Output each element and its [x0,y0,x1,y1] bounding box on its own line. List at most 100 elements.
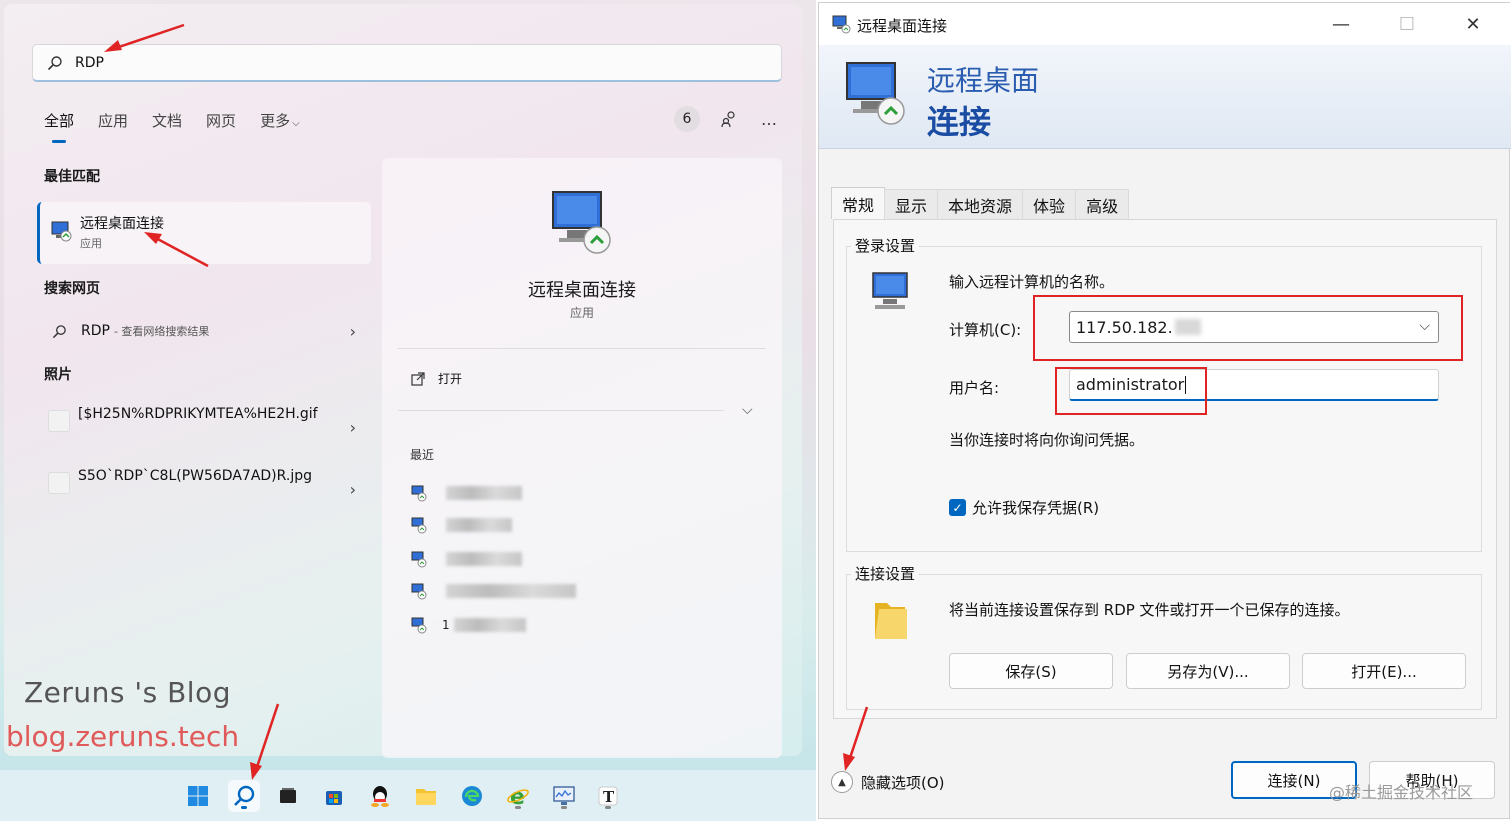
search-icon [52,324,66,338]
rdp-file-icon [411,617,427,634]
open-external-icon [411,371,425,386]
remote-desktop-icon [552,191,611,254]
site-watermark: @稀土掘金技术社区 [1329,783,1474,802]
minimize-button[interactable]: — [1309,3,1373,45]
task-view-icon[interactable] [272,780,304,812]
tab-more-label: 更多 [260,112,291,130]
chevron-right-icon: › [349,321,356,341]
save-as-button[interactable]: 另存为(V)... [1126,653,1290,689]
recent-item[interactable] [410,548,610,570]
best-match-title: 远程桌面连接 [80,216,164,232]
monitor-icon[interactable] [548,780,580,812]
window-title: 远程桌面连接 [857,17,948,35]
open-file-button[interactable]: 打开(E)... [1302,653,1466,689]
best-match-subtitle: 应用 [80,237,102,250]
rewards-count-badge[interactable]: 6 [674,106,700,132]
rdp-banner: 远程桌面 连接 [819,45,1511,149]
search-icon[interactable] [228,780,260,812]
redacted-text [446,486,522,500]
redacted-text [446,518,512,532]
search-query: RDP [75,54,104,71]
expand-chevron-icon[interactable]: ⌵ [742,402,753,418]
tab-web[interactable]: 网页 [206,110,236,131]
minimize-icon: — [1332,13,1350,35]
active-indicator [241,806,247,809]
close-button[interactable]: ✕ [1441,3,1505,45]
recent-prefix: 1 [442,618,450,632]
qq-icon[interactable] [364,780,396,812]
remote-desktop-icon [832,15,851,34]
photo-item[interactable]: [$H25N%RDPRIKYMTEA%HE2H.gif › [44,404,364,448]
more-options-icon[interactable]: … [758,108,780,130]
windows-start-icon[interactable] [182,780,214,812]
chevron-up-icon: ▲ [831,771,853,793]
open-indicator [561,806,567,809]
account-switch-icon[interactable] [718,108,740,130]
rdp-file-icon [411,517,427,534]
open-indicator [605,806,611,809]
rdp-file-icon [411,551,427,568]
tab-local-resources[interactable]: 本地资源 [937,189,1024,219]
tab-apps[interactable]: 应用 [98,110,128,131]
jpg-thumbnail-icon [48,472,70,494]
web-search-query: RDP [81,323,110,339]
search-icon [47,55,62,70]
photo-item[interactable]: S5O`RDP`C8L(PW56DA7AD)R.jpg › [44,466,364,510]
blog-watermark-url: blog.zeruns.tech [6,720,240,753]
divider [398,348,766,349]
save-button[interactable]: 保存(S) [949,653,1113,689]
recent-item[interactable] [410,514,610,536]
tab-advanced[interactable]: 高级 [1075,189,1130,219]
recent-item[interactable]: 1 [410,614,610,636]
photo-filename: [$H25N%RDPRIKYMTEA%HE2H.gif [78,406,318,422]
annotation-highlight [1055,367,1207,415]
tab-display[interactable]: 显示 [884,189,939,219]
computer-label: 计算机(C): [949,321,1022,339]
recent-heading: 最近 [410,448,435,462]
checkbox-checked-icon: ✓ [949,499,966,516]
edge-icon[interactable] [456,780,488,812]
preview-subtitle: 应用 [569,306,594,320]
tab-all[interactable]: 全部 [44,110,74,143]
username-label: 用户名: [949,379,1000,397]
chevron-down-icon: ⌵ [292,118,300,129]
maximize-button: ☐ [1375,3,1439,45]
open-action[interactable]: 打开 [410,370,462,387]
recent-item[interactable] [410,482,610,504]
search-toolbar: 6 … [674,106,780,132]
rdp-file-icon [411,583,427,600]
web-search-item[interactable]: RDP - 查看网络搜索结果 › [44,320,364,342]
annotation-highlight [1033,295,1463,361]
web-search-heading: 搜索网页 [44,281,100,297]
banner-line1: 远程桌面 [927,64,1040,97]
taskbar: e T [0,770,816,821]
hide-options-label: 隐藏选项(O) [861,773,945,792]
open-label: 打开 [438,372,463,386]
allow-save-label: 允许我保存凭据(R) [972,499,1100,517]
allow-save-credentials-checkbox[interactable]: ✓ 允许我保存凭据(R) [949,497,1099,518]
remote-desktop-window: 远程桌面连接 — ☐ ✕ 远程桌面 连接 常规 显示 本地资源 体验 高级 登录… [818,2,1511,819]
general-tab-panel: 登录设置 输入远程计算机的名称。 计算机(C): 117.50.182. ⌵ 用… [833,219,1497,719]
chevron-right-icon: › [349,480,356,499]
recent-item[interactable] [410,580,610,602]
search-input[interactable]: RDP [32,44,782,82]
hide-options-toggle[interactable]: ▲ 隐藏选项(O) [831,771,945,793]
tab-more[interactable]: 更多 ⌵ [260,110,300,131]
store-icon[interactable] [318,780,350,812]
best-match-item[interactable]: 远程桌面连接 应用 [37,202,371,264]
tab-experience[interactable]: 体验 [1022,189,1077,219]
tab-documents[interactable]: 文档 [152,110,182,131]
best-match-heading: 最佳匹配 [44,169,100,185]
svg-text:e: e [510,785,525,808]
credential-note: 当你连接时将向你询问凭据。 [949,431,1145,449]
maximize-icon: ☐ [1398,13,1416,35]
window-titlebar: 远程桌面连接 — ☐ ✕ [819,3,1511,45]
redacted-text [446,552,522,566]
preview-pane: 远程桌面连接 应用 打开 ⌵ 最近 1 [382,158,782,758]
typora-icon[interactable]: T [592,780,624,812]
connection-description: 将当前连接设置保存到 RDP 文件或打开一个已保存的连接。 [949,601,1350,619]
ie-icon[interactable]: e [502,780,534,812]
tab-general[interactable]: 常规 [831,187,886,219]
search-filter-tabs: 全部 应用 文档 网页 更多 ⌵ [44,110,324,143]
file-explorer-icon[interactable] [410,780,442,812]
